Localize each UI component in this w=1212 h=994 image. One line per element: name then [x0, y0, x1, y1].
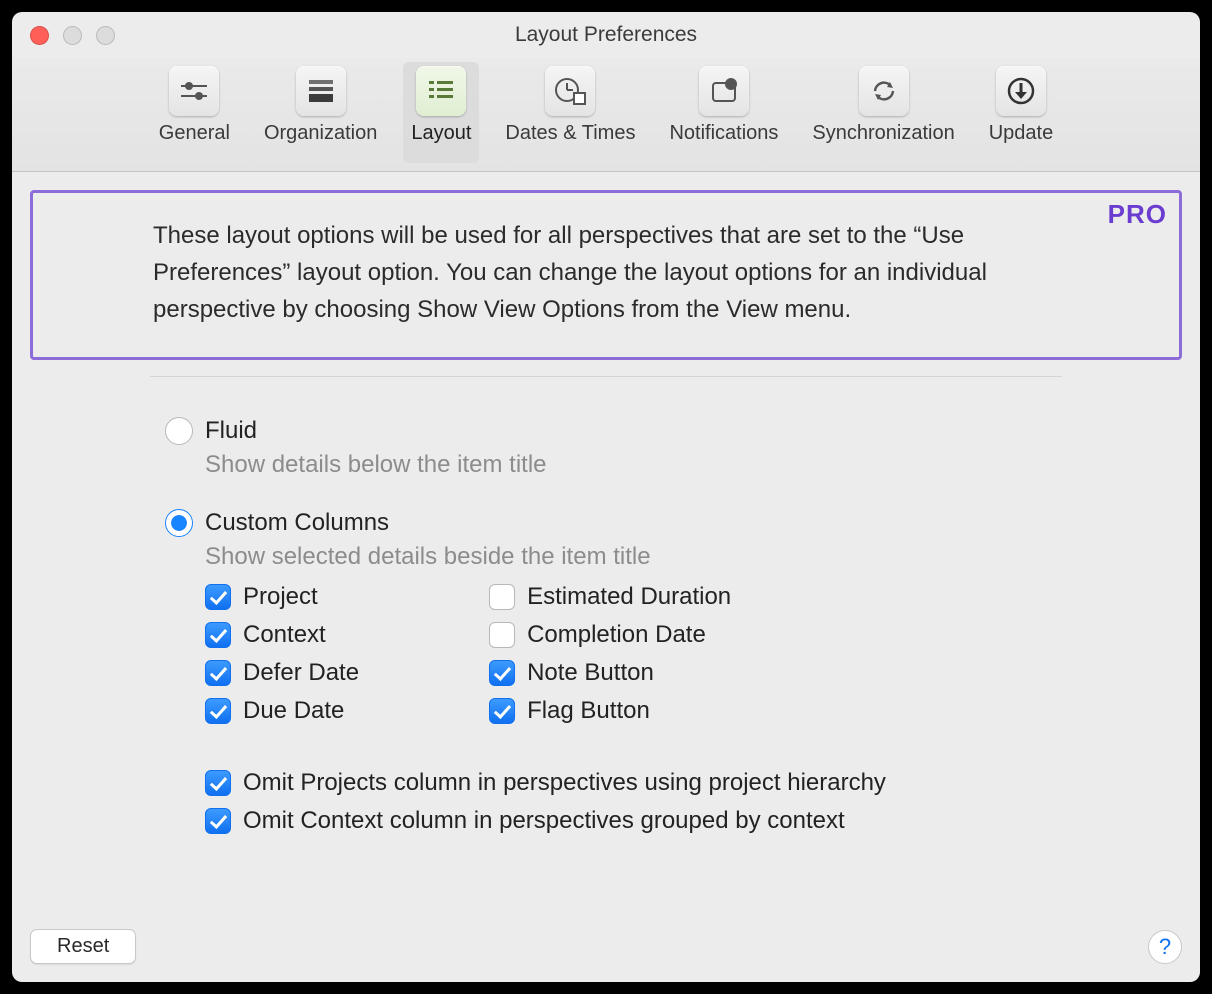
- help-button[interactable]: ?: [1148, 930, 1182, 964]
- completion-date-checkbox-row[interactable]: Completion Date: [489, 621, 731, 649]
- omit-projects-row[interactable]: Omit Projects column in perspectives usi…: [205, 769, 1182, 797]
- intro-box: PRO These layout options will be used fo…: [30, 190, 1182, 360]
- window-title: Layout Preferences: [26, 23, 1186, 47]
- tab-label: Update: [989, 122, 1054, 145]
- preferences-window: Layout Preferences General Organization …: [12, 12, 1200, 982]
- footer: Reset ?: [12, 929, 1200, 964]
- omit-projects-label: Omit Projects column in perspectives usi…: [243, 769, 886, 797]
- tab-label: Organization: [264, 122, 377, 145]
- tab-notifications[interactable]: Notifications: [661, 62, 786, 163]
- tab-label: Layout: [411, 122, 471, 145]
- list-icon: [416, 66, 466, 116]
- columns-checkboxes: Project Context Defer Date Due Date Esti…: [30, 583, 1182, 725]
- divider: [150, 376, 1062, 377]
- traffic-lights: [30, 26, 115, 45]
- columns-left: Project Context Defer Date Due Date: [205, 583, 359, 725]
- omit-context-checkbox[interactable]: [205, 808, 231, 834]
- due-date-label: Due Date: [243, 697, 344, 725]
- estimated-duration-checkbox-row[interactable]: Estimated Duration: [489, 583, 731, 611]
- note-button-checkbox[interactable]: [489, 660, 515, 686]
- custom-radio-row[interactable]: Custom Columns: [30, 509, 1182, 537]
- tab-organization[interactable]: Organization: [256, 62, 385, 163]
- prefs-toolbar: General Organization Layout Dates & Time…: [12, 58, 1200, 172]
- custom-desc: Show selected details beside the item ti…: [30, 543, 1182, 571]
- tab-layout[interactable]: Layout: [403, 62, 479, 163]
- context-checkbox[interactable]: [205, 622, 231, 648]
- completion-date-label: Completion Date: [527, 621, 706, 649]
- sliders-icon: [169, 66, 219, 116]
- tab-label: Synchronization: [812, 122, 954, 145]
- maximize-window-button[interactable]: [96, 26, 115, 45]
- fluid-radio-label: Fluid: [205, 417, 257, 445]
- flag-button-checkbox[interactable]: [489, 698, 515, 724]
- completion-date-checkbox[interactable]: [489, 622, 515, 648]
- fluid-radio[interactable]: [165, 417, 193, 445]
- project-checkbox[interactable]: [205, 584, 231, 610]
- content-area: PRO These layout options will be used fo…: [12, 172, 1200, 915]
- omit-context-label: Omit Context column in perspectives grou…: [243, 807, 845, 835]
- tab-dates-times[interactable]: Dates & Times: [497, 62, 643, 163]
- columns-right: Estimated Duration Completion Date Note …: [489, 583, 731, 725]
- close-window-button[interactable]: [30, 26, 49, 45]
- tab-label: Dates & Times: [505, 122, 635, 145]
- project-label: Project: [243, 583, 318, 611]
- tab-update[interactable]: Update: [981, 62, 1062, 163]
- context-checkbox-row[interactable]: Context: [205, 621, 359, 649]
- omit-projects-checkbox[interactable]: [205, 770, 231, 796]
- intro-text: These layout options will be used for al…: [153, 217, 1079, 329]
- fluid-radio-row[interactable]: Fluid: [30, 417, 1182, 445]
- due-date-checkbox-row[interactable]: Due Date: [205, 697, 359, 725]
- defer-date-checkbox-row[interactable]: Defer Date: [205, 659, 359, 687]
- tab-label: Notifications: [669, 122, 778, 145]
- reset-button[interactable]: Reset: [30, 929, 136, 964]
- flag-button-label: Flag Button: [527, 697, 650, 725]
- estimated-duration-label: Estimated Duration: [527, 583, 731, 611]
- tab-general[interactable]: General: [151, 62, 238, 163]
- titlebar: Layout Preferences: [12, 12, 1200, 58]
- flag-button-checkbox-row[interactable]: Flag Button: [489, 697, 731, 725]
- project-checkbox-row[interactable]: Project: [205, 583, 359, 611]
- custom-columns-radio[interactable]: [165, 509, 193, 537]
- download-icon: [996, 66, 1046, 116]
- due-date-checkbox[interactable]: [205, 698, 231, 724]
- omit-options: Omit Projects column in perspectives usi…: [30, 769, 1182, 835]
- defer-date-checkbox[interactable]: [205, 660, 231, 686]
- sync-icon: [859, 66, 909, 116]
- tab-synchronization[interactable]: Synchronization: [804, 62, 962, 163]
- context-label: Context: [243, 621, 326, 649]
- omit-context-row[interactable]: Omit Context column in perspectives grou…: [205, 807, 1182, 835]
- custom-columns-radio-label: Custom Columns: [205, 509, 389, 537]
- fluid-desc: Show details below the item title: [30, 451, 1182, 479]
- note-button-checkbox-row[interactable]: Note Button: [489, 659, 731, 687]
- pro-badge: PRO: [1108, 199, 1167, 230]
- tab-label: General: [159, 122, 230, 145]
- stack-icon: [296, 66, 346, 116]
- minimize-window-button[interactable]: [63, 26, 82, 45]
- note-button-label: Note Button: [527, 659, 654, 687]
- clock-calendar-icon: [545, 66, 595, 116]
- estimated-duration-checkbox[interactable]: [489, 584, 515, 610]
- defer-date-label: Defer Date: [243, 659, 359, 687]
- notification-icon: [699, 66, 749, 116]
